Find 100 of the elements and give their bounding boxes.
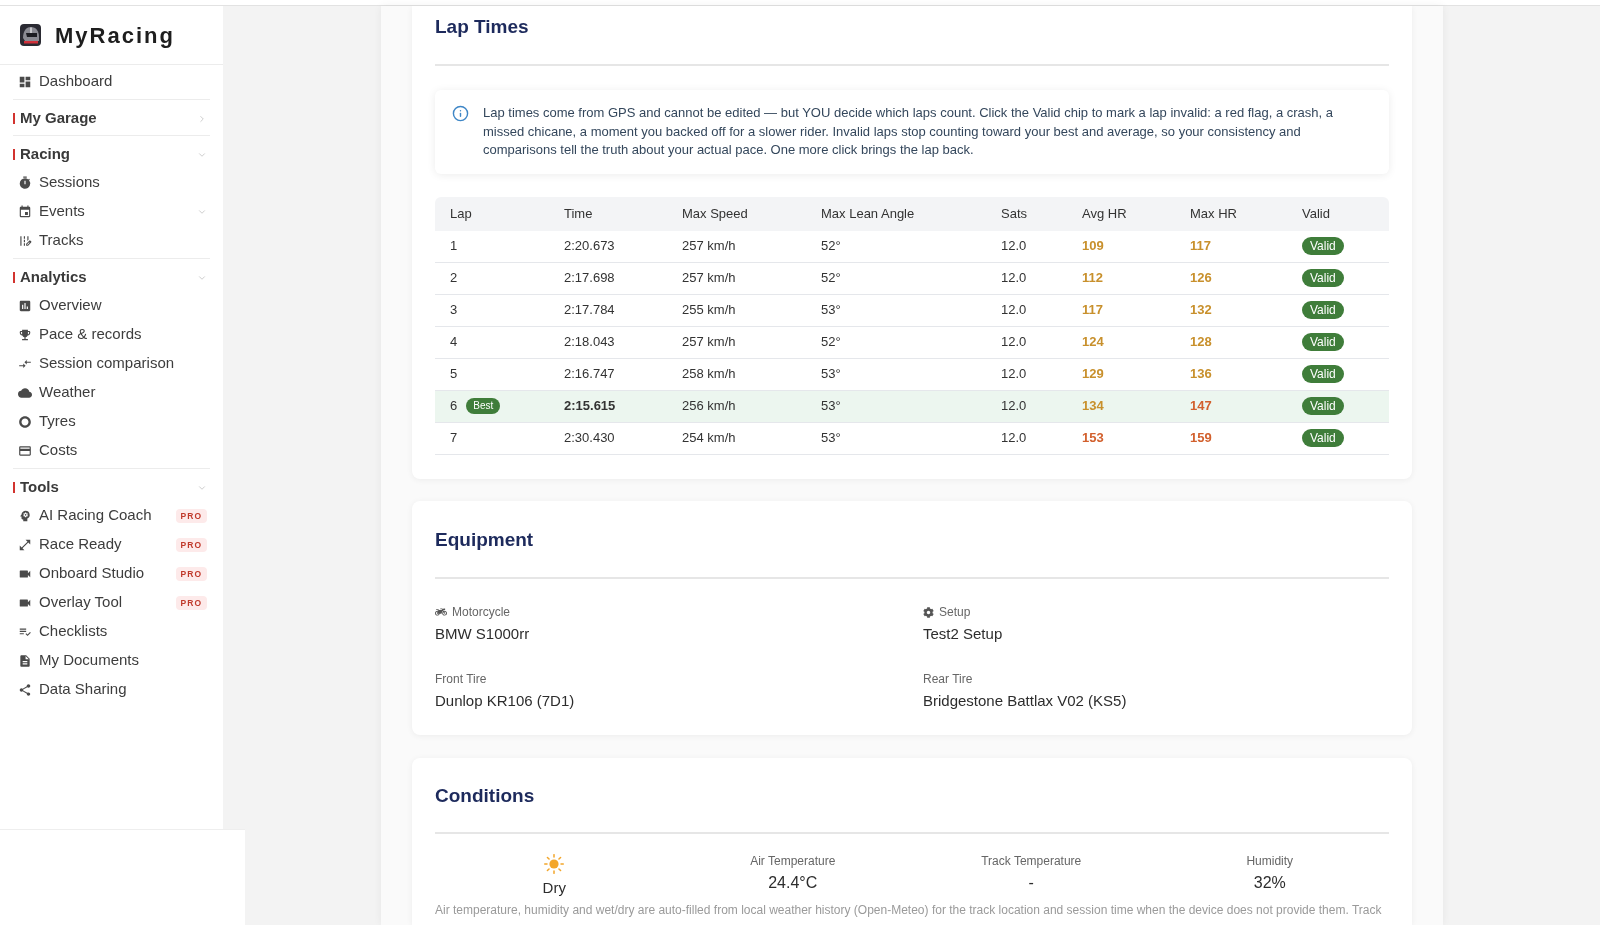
card-title: Lap Times	[435, 15, 530, 39]
helmet-icon	[20, 24, 41, 46]
nav-item[interactable]: Pace & records	[0, 320, 207, 349]
table-cell-text: 52°	[821, 237, 842, 256]
field-label: Rear Tire	[923, 671, 973, 687]
info-icon	[452, 105, 469, 122]
section-marker-icon	[13, 149, 15, 160]
table-cell-text: 4	[450, 333, 458, 352]
valid-chip[interactable]: Valid	[1302, 237, 1344, 256]
table-cell-text: 126	[1190, 269, 1213, 288]
nav-item[interactable]: Session comparison	[0, 349, 207, 378]
table-cell-text: 2:17.698	[564, 269, 616, 288]
nav-item[interactable]: Dashboard	[0, 67, 207, 96]
valid-chip[interactable]: Valid	[1302, 397, 1344, 416]
bar-chart-icon	[18, 298, 32, 313]
valid-chip[interactable]: Valid	[1302, 269, 1344, 288]
table-cell-text: 12.0	[1001, 237, 1028, 256]
condition-label: Track Temperature	[981, 853, 1082, 869]
field-value: Test2 Setup	[923, 623, 1004, 644]
field-label: Setup	[939, 604, 971, 620]
table-cell-text: 117	[1082, 301, 1104, 320]
nav-item[interactable]: AI Racing Coach	[0, 501, 176, 530]
nav-item[interactable]: Race Ready	[0, 530, 176, 559]
section-header[interactable]: Racing	[20, 143, 207, 166]
table-cell-text: 128	[1190, 333, 1213, 352]
best-badge: Best	[466, 398, 501, 414]
ring-icon	[18, 414, 32, 429]
table-cell-text: 109	[1082, 237, 1105, 256]
condition-label: Humidity	[1246, 853, 1294, 869]
nav-item[interactable]: Tracks	[0, 226, 207, 255]
nav-item[interactable]: Costs	[0, 436, 207, 465]
table-cell-text: 6	[450, 397, 458, 416]
table-cell-text: 132	[1190, 301, 1213, 320]
table-cell-text: 2:20.673	[564, 237, 616, 256]
nav-item[interactable]: Weather	[0, 378, 207, 407]
stopwatch-icon	[18, 175, 32, 190]
card-title: Equipment	[435, 527, 535, 552]
table-cell-text: 1	[450, 237, 458, 256]
column-header: Valid	[1302, 204, 1331, 223]
field-value: Bridgestone Battlax V02 (KS5)	[923, 690, 1128, 711]
table-cell-text: 257 km/h	[682, 333, 737, 352]
pro-badge: PRO	[175, 508, 207, 523]
section-marker-icon	[13, 113, 15, 124]
valid-chip[interactable]: Valid	[1302, 301, 1344, 320]
column-header: Max Lean Angle	[821, 204, 916, 223]
nav-item[interactable]: Tyres	[0, 407, 207, 436]
gear-icon	[923, 606, 934, 618]
table-cell-text: 12.0	[1001, 397, 1028, 416]
table-cell-text: 5	[450, 365, 458, 384]
section-header[interactable]: Tools	[20, 476, 207, 499]
table-cell-text: 147	[1190, 397, 1213, 416]
table-cell-text: 2:18.043	[564, 333, 616, 352]
table-cell-text: 2	[450, 269, 458, 288]
table-cell-text: 112	[1082, 269, 1104, 288]
table-cell-text: 12.0	[1001, 333, 1028, 352]
nav-item[interactable]: Data Sharing	[0, 675, 207, 704]
column-header: Max HR	[1190, 204, 1238, 223]
section-header[interactable]: My Garage	[20, 107, 207, 130]
document-icon	[18, 653, 32, 668]
brand-name: MyRacing	[55, 21, 175, 50]
section-marker-icon	[13, 482, 15, 493]
column-header: Avg HR	[1082, 204, 1128, 223]
calendar-icon	[18, 204, 32, 219]
diagonal-arrows-icon	[18, 537, 32, 552]
section-header[interactable]: Analytics	[20, 266, 207, 289]
table-cell-text: 52°	[821, 333, 842, 352]
card-title: Conditions	[435, 783, 536, 808]
nav-item[interactable]: Events	[0, 197, 207, 226]
table-cell-text: 3	[450, 301, 458, 320]
field-label: Front Tire	[435, 671, 487, 687]
sun-icon	[544, 853, 565, 874]
nav-item[interactable]: Checklists	[0, 617, 207, 646]
table-cell-text: 254 km/h	[682, 429, 737, 448]
valid-chip[interactable]: Valid	[1302, 429, 1344, 448]
trophy-icon	[18, 327, 32, 342]
table-cell-text: 2:17.784	[564, 301, 616, 320]
table-cell-text: 134	[1082, 397, 1105, 416]
table-cell-text: 136	[1190, 365, 1213, 384]
column-header: Lap	[450, 204, 473, 223]
field-value: BMW S1000rr	[435, 623, 531, 644]
table-cell-text: 12.0	[1001, 365, 1028, 384]
grid-icon	[18, 74, 32, 89]
nav-item[interactable]: Onboard Studio	[0, 559, 176, 588]
table-cell-text: 53°	[821, 397, 842, 416]
field-value: Dunlop KR106 (7D1)	[435, 690, 576, 711]
nav-item[interactable]: Sessions	[0, 168, 207, 197]
conditions-note: Air temperature, humidity and wet/dry are auto-filled from local weather history (Open-Meteo) for the track location and session time when the device does not provide them. Track	[435, 902, 1383, 918]
table-cell-text: 159	[1190, 429, 1213, 448]
table-cell-text: 257 km/h	[682, 269, 737, 288]
valid-chip[interactable]: Valid	[1302, 333, 1344, 352]
nav-item[interactable]: Overview	[0, 291, 207, 320]
condition-value: Dry	[542, 877, 566, 898]
table-cell-text: 12.0	[1001, 301, 1028, 320]
table-cell-text: 2:30.430	[564, 429, 616, 448]
nav-item[interactable]: Overlay Tool	[0, 588, 176, 617]
condition-value: 24.4°C	[768, 872, 818, 893]
table-cell-text: 53°	[821, 365, 842, 384]
nav-item[interactable]: My Documents	[0, 646, 207, 675]
valid-chip[interactable]: Valid	[1302, 365, 1344, 384]
condition-value: -	[1028, 872, 1034, 893]
